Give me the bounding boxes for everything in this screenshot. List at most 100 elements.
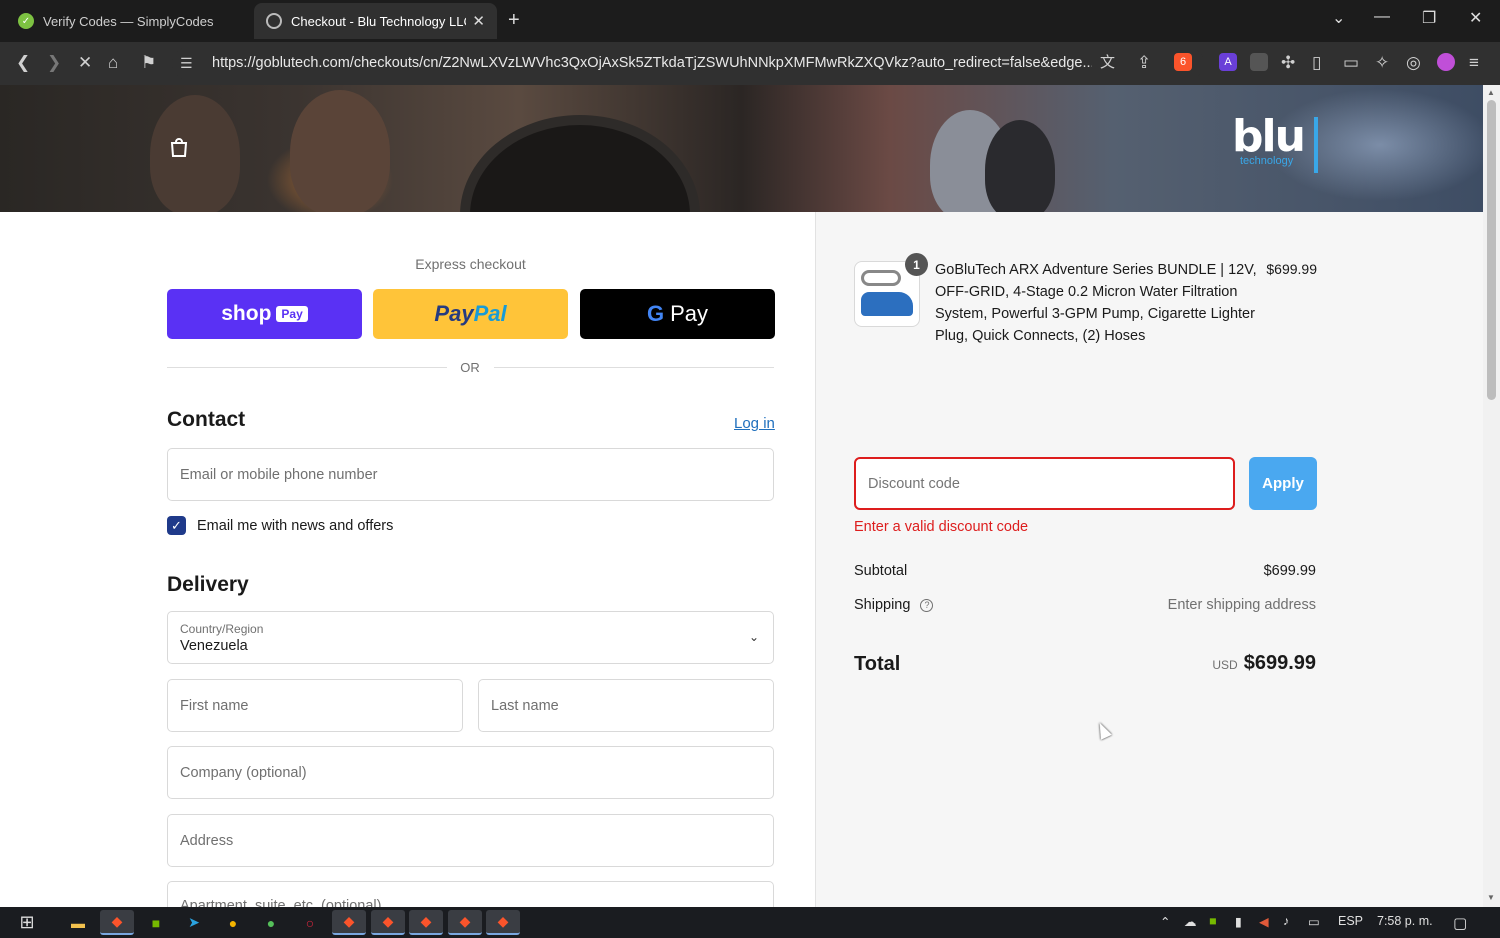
brave-window-icon[interactable]: ◆ xyxy=(448,910,482,935)
browser-toolbar: ❮ ❯ ✕ ⌂ ⚑ ☰ https://goblutech.com/checko… xyxy=(0,42,1500,85)
wallet-icon[interactable]: ▭ xyxy=(1343,52,1359,74)
extension-icon[interactable] xyxy=(1250,53,1268,71)
brave-window-icon[interactable]: ◆ xyxy=(371,910,405,935)
google-pay-button[interactable]: G Pay xyxy=(580,289,775,339)
log-in-link[interactable]: Log in xyxy=(734,415,775,432)
home-icon[interactable]: ⌂ xyxy=(108,52,118,74)
tray-chevron-icon[interactable]: ⌃ xyxy=(1160,914,1170,929)
paypal-button[interactable]: Pay Pal xyxy=(373,289,568,339)
hero-image-person xyxy=(290,90,390,215)
tab-title: Checkout - Blu Technology LLC xyxy=(291,13,467,29)
logo-subtext: technology xyxy=(1240,155,1294,167)
cart-bag-icon[interactable] xyxy=(170,137,188,157)
tab-checkout[interactable]: Checkout - Blu Technology LLC ✕ xyxy=(254,3,497,39)
company-field[interactable]: Company (optional) xyxy=(167,746,774,799)
shop-pay-button[interactable]: shop Pay xyxy=(167,289,362,339)
bookmark-icon[interactable]: ⚑ xyxy=(141,52,156,74)
shield-count: 6 xyxy=(1179,56,1187,68)
address-field[interactable]: Address xyxy=(167,814,774,867)
address-placeholder: Address xyxy=(180,832,234,849)
stop-loading-icon[interactable]: ✕ xyxy=(78,52,92,74)
scrollbar-thumb[interactable] xyxy=(1487,100,1496,400)
sidebar-icon[interactable]: ▯ xyxy=(1312,52,1321,74)
last-name-field[interactable]: Last name xyxy=(478,679,774,732)
scroll-up-icon[interactable]: ▲ xyxy=(1487,88,1495,97)
divider xyxy=(167,367,447,368)
profile-avatar-icon[interactable] xyxy=(1437,53,1455,71)
google-pay-label: Pay xyxy=(670,301,709,326)
brave-browser-icon[interactable]: ◆ xyxy=(100,910,134,935)
url-text[interactable]: https://goblutech.com/checkouts/cn/Z2NwL… xyxy=(212,55,1092,71)
brave-window-icon[interactable]: ◆ xyxy=(332,910,366,935)
shipping-value: Enter shipping address xyxy=(1167,597,1316,613)
app-green-icon[interactable]: ● xyxy=(254,910,288,935)
tray-nvidia-icon[interactable]: ■ xyxy=(1209,914,1217,928)
vpn-icon[interactable]: ◎ xyxy=(1406,52,1421,74)
first-name-field[interactable]: First name xyxy=(167,679,463,732)
page-scrollbar[interactable]: ▲ ▼ xyxy=(1483,85,1500,907)
subtotal-value: $699.99 xyxy=(1263,563,1316,579)
forward-icon[interactable]: ❯ xyxy=(47,52,61,74)
product-image-vehicle xyxy=(861,292,913,316)
clock[interactable]: 7:58 p. m. xyxy=(1377,914,1433,928)
translate-icon[interactable]: 文 xyxy=(1100,52,1115,74)
logo-accent-bar xyxy=(1314,117,1318,173)
hero-banner: blu technology xyxy=(0,85,1483,315)
language-indicator[interactable]: ESP xyxy=(1338,914,1363,928)
paypal-label-part2: Pal xyxy=(473,301,507,326)
question-help-icon[interactable]: ? xyxy=(920,598,934,612)
minimize-icon[interactable]: — xyxy=(1374,8,1390,26)
close-tab-icon[interactable]: ✕ xyxy=(472,12,485,30)
country-select[interactable]: Country/Region Venezuela ⌄ xyxy=(167,611,774,664)
back-icon[interactable]: ❮ xyxy=(16,52,30,74)
brave-window-icon[interactable]: ◆ xyxy=(486,910,520,935)
google-g-icon: G xyxy=(646,301,665,326)
restore-icon[interactable]: ❐ xyxy=(1422,8,1436,28)
newsletter-checkbox[interactable]: ✓ xyxy=(167,516,186,535)
product-title: GoBluTech ARX Adventure Series BUNDLE | … xyxy=(935,262,1257,344)
email-field[interactable]: Email or mobile phone number xyxy=(167,448,774,501)
menu-icon[interactable]: ≡ xyxy=(1469,52,1479,74)
opera-icon[interactable]: ○ xyxy=(293,910,327,935)
checkout-form-column: Express checkout shop Pay Pay Pal G Pay O… xyxy=(0,212,815,907)
windows-taskbar: ⊞ ▬ ◆ ■ ➤ ● ● ○ ◆ ◆ ◆ ◆ ◆ ⌃ ☁ ■ ▮ ◀ ♪ ▭ … xyxy=(0,907,1500,938)
new-tab-icon[interactable]: + xyxy=(508,9,520,32)
leo-ai-icon[interactable]: ✧ xyxy=(1375,52,1389,74)
blu-technology-logo[interactable]: blu technology xyxy=(1232,115,1318,175)
network-icon[interactable]: ▭ xyxy=(1308,914,1320,929)
volume-icon[interactable]: ♪ xyxy=(1283,914,1289,928)
tray-chart-icon[interactable]: ▮ xyxy=(1235,914,1242,929)
puzzle-icon[interactable]: ✣ xyxy=(1281,52,1295,74)
apartment-field[interactable]: Apartment, suite, etc. (optional) xyxy=(167,881,774,907)
apply-discount-button[interactable]: Apply xyxy=(1249,457,1317,510)
brave-window-icon[interactable]: ◆ xyxy=(409,910,443,935)
telegram-icon[interactable]: ➤ xyxy=(177,910,211,935)
tray-audio-app-icon[interactable]: ◀ xyxy=(1259,914,1269,929)
tab-search-chevron-icon[interactable]: ⌄ xyxy=(1332,8,1345,28)
tab-simplycodes[interactable]: ✓ Verify Codes — SimplyCodes xyxy=(6,3,250,39)
file-explorer-icon[interactable]: ▬ xyxy=(61,910,95,935)
start-grid-icon[interactable]: ⊞ xyxy=(10,910,44,935)
quantity-badge: 1 xyxy=(905,253,928,276)
brave-shields-icon[interactable]: 6 xyxy=(1174,53,1192,71)
product-price: $699.99 xyxy=(1266,261,1317,277)
delivery-title: Delivery xyxy=(167,573,249,596)
extension-a-icon[interactable]: A xyxy=(1219,53,1237,71)
notifications-icon[interactable]: ▢ xyxy=(1453,914,1467,932)
shop-pay-label: shop xyxy=(221,302,272,325)
close-window-icon[interactable]: ✕ xyxy=(1469,8,1482,28)
country-label: Country/Region xyxy=(180,621,264,636)
last-name-placeholder: Last name xyxy=(491,697,559,714)
site-info-icon[interactable]: ☰ xyxy=(180,52,193,74)
total-label: Total xyxy=(854,653,901,675)
nvidia-icon[interactable]: ■ xyxy=(139,910,173,935)
scroll-down-icon[interactable]: ▼ xyxy=(1487,893,1495,902)
newsletter-checkbox-row[interactable]: ✓ Email me with news and offers xyxy=(167,516,393,535)
tray-app-icon[interactable]: ☁ xyxy=(1184,914,1197,929)
browser-tab-bar: ✓ Verify Codes — SimplyCodes Checkout - … xyxy=(0,0,1500,42)
share-icon[interactable]: ⇪ xyxy=(1137,52,1151,74)
chrome-icon[interactable]: ● xyxy=(216,910,250,935)
subtotal-label: Subtotal xyxy=(854,563,908,579)
discount-code-input[interactable] xyxy=(854,457,1235,510)
first-name-placeholder: First name xyxy=(180,697,249,714)
